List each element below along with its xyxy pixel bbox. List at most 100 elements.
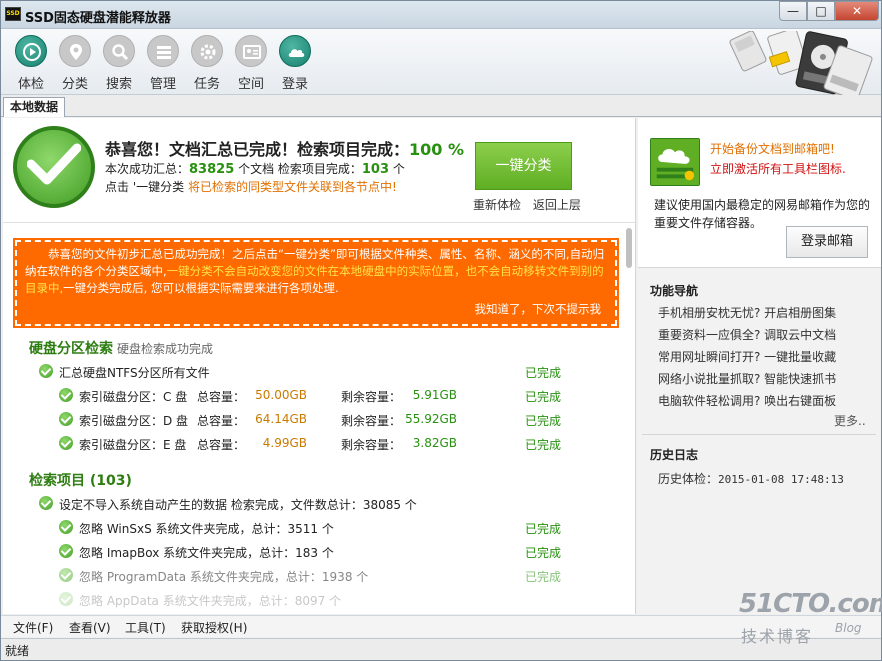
scrollbar-thumb[interactable]: [626, 228, 632, 268]
status-done: 已完成: [525, 414, 562, 428]
toolbar-login-button[interactable]: 登录: [273, 33, 317, 93]
site-watermark: 51CTO.com 技术博客 Blog: [739, 589, 882, 649]
results-scrollbar[interactable]: [626, 228, 632, 608]
recheck-link[interactable]: 重新体检: [473, 198, 521, 212]
check-icon: [59, 520, 73, 534]
check-icon: [59, 388, 73, 402]
tab-local-data[interactable]: 本地数据: [3, 97, 66, 117]
ssd-drive-illustration: [729, 31, 873, 95]
progress-percent: 100 %: [409, 140, 465, 159]
disk-section-title: 硬盘分区检索 硬盘检索成功完成: [29, 341, 214, 357]
status-text: 就绪: [5, 644, 30, 658]
nav-item-novel-grab[interactable]: 网络小说批量抓取? 智能快速抓书: [658, 370, 836, 387]
item-count: 103: [361, 162, 390, 177]
nav-item-cloud-docs[interactable]: 重要资料一应俱全? 调取云中文档: [658, 326, 836, 343]
watermark-blog: Blog: [835, 621, 862, 635]
menu-license[interactable]: 获取授权(H): [181, 619, 247, 636]
classify-notice-banner: 恭喜您的文件初步汇总已成功完成！之后点击“一键分类”即可根据文件种类、属性、名称…: [13, 238, 619, 328]
search-icon: [103, 35, 135, 67]
summary-links: 重新体检 返回上层: [473, 196, 589, 213]
check-icon: [39, 496, 53, 510]
status-done: 已完成: [525, 522, 562, 536]
list-item: 忽略 AppData 系统文件夹完成，总计：8097 个: [59, 590, 635, 610]
menu-tools[interactable]: 工具(T): [125, 619, 166, 636]
toolbar-label: 登录: [281, 77, 308, 92]
status-done: 已完成: [525, 390, 562, 404]
play-icon: [15, 35, 47, 67]
list-item: 忽略 ImapBox 系统文件夹完成，总计：183 个 已完成: [59, 542, 635, 562]
toolbar-label: 空间: [237, 77, 264, 92]
divider: [3, 222, 635, 223]
nav-item-bookmarks[interactable]: 常用网址瞬间打开? 一键批量收藏: [658, 348, 836, 365]
nav-item-context-panel[interactable]: 电脑软件轻松调用? 唤出右键面板: [658, 392, 836, 409]
check-icon: [39, 364, 53, 378]
nav-more-link[interactable]: 更多..: [834, 412, 866, 429]
status-done: 已完成: [525, 570, 562, 584]
maximize-button[interactable]: □: [807, 1, 835, 21]
menu-file[interactable]: 文件(F): [13, 619, 53, 636]
minimize-button[interactable]: —: [779, 1, 807, 21]
scan-results-pane: 恭喜您！文档汇总已完成！检索项目完成：100 % 本次成功汇总：83825 个文…: [3, 118, 636, 614]
disk-section-subtitle: 硬盘检索成功完成: [117, 342, 214, 356]
toolbar-space-button[interactable]: 空间: [229, 33, 273, 93]
free-capacity: 3.82GB: [412, 436, 457, 450]
tab-bar: 本地数据: [1, 95, 881, 117]
items-section-title: 检索项目 (103): [29, 473, 132, 489]
total-capacity: 50.00GB: [255, 388, 307, 402]
toolbar-classify-button[interactable]: 分类: [53, 33, 97, 93]
mail-backup-promo: 开始备份文档到邮箱吧! 立即激活所有工具栏图标. 建议使用国内最稳定的网易邮箱作…: [638, 118, 881, 268]
promo-line-1[interactable]: 开始备份文档到邮箱吧!: [710, 140, 835, 157]
toolbar-search-button[interactable]: 搜索: [97, 33, 141, 93]
watermark-brand: 51CTO.com: [739, 589, 882, 619]
window-title: SSD固态硬盘潜能释放器: [25, 11, 171, 26]
gear-icon: [191, 35, 223, 67]
check-icon: [59, 544, 73, 558]
partition-row: 索引磁盘分区：C 盘 总容量： 50.00GB 剩余容量： 5.91GB 已完成: [59, 386, 635, 406]
toolbar-manage-button[interactable]: 管理: [141, 33, 185, 93]
side-panel: 开始备份文档到邮箱吧! 立即激活所有工具栏图标. 建议使用国内最稳定的网易邮箱作…: [638, 118, 881, 614]
list-icon: [147, 35, 179, 67]
toolbar-label: 任务: [193, 77, 220, 92]
back-link[interactable]: 返回上层: [533, 198, 581, 212]
cloud-backup-icon: [650, 138, 700, 186]
nav-panel-title: 功能导航: [650, 284, 699, 298]
divider: [642, 434, 876, 435]
one-click-classify-button[interactable]: 一键分类: [475, 142, 572, 190]
watermark-cn: 技术博客: [741, 627, 814, 646]
history-entry[interactable]: 历史体检：2015-01-08 17:48:13: [658, 470, 844, 487]
toolbar-label: 搜索: [105, 77, 132, 92]
notice-dismiss-link[interactable]: 我知道了，下次不提示我: [475, 301, 602, 318]
status-done: 已完成: [525, 546, 562, 560]
check-icon: [59, 592, 73, 606]
summary-hint: 点击 '一键分类 将已检索的同类型文件关联到各节点中!: [105, 180, 397, 194]
status-done: 已完成: [525, 366, 562, 380]
success-check-icon: [13, 126, 95, 208]
location-pin-icon: [59, 35, 91, 67]
partition-row: 索引磁盘分区：E 盘 总容量： 4.99GB 剩余容量： 3.82GB 已完成: [59, 434, 635, 454]
app-logo-icon: SSD: [5, 7, 21, 21]
close-button[interactable]: ✕: [835, 1, 879, 21]
promo-line-2[interactable]: 立即激活所有工具栏图标.: [710, 160, 846, 177]
notice-text: 恭喜您的文件初步汇总已成功完成！之后点击“一键分类”即可根据文件种类、属性、名称…: [25, 247, 605, 295]
history-timestamp: 2015-01-08 17:48:13: [718, 473, 844, 486]
status-done: 已完成: [525, 438, 562, 452]
id-card-icon: [235, 35, 267, 67]
doc-count: 83825: [189, 162, 235, 177]
title-bar[interactable]: SSD SSD固态硬盘潜能释放器 — □ ✕: [1, 1, 881, 29]
toolbar-label: 体检: [17, 77, 44, 92]
summary-counts: 本次成功汇总：83825 个文档 检索项目完成：103 个: [105, 162, 405, 177]
toolbar-label: 管理: [149, 77, 176, 92]
list-item: 汇总硬盘NTFS分区所有文件 已完成: [39, 362, 635, 382]
app-window: SSD SSD固态硬盘潜能释放器 — □ ✕ 体检 分类 搜索 管理 任务 空间…: [0, 0, 882, 661]
free-capacity: 55.92GB: [405, 412, 457, 426]
free-capacity: 5.91GB: [412, 388, 457, 402]
nav-item-album[interactable]: 手机相册安枕无忧? 开启相册图集: [658, 304, 836, 321]
menu-view[interactable]: 查看(V): [69, 619, 111, 636]
summary-headline: 恭喜您！文档汇总已完成！检索项目完成：100 %: [105, 140, 465, 159]
list-item: 忽略 ProgramData 系统文件夹完成，总计：1938 个 已完成: [59, 566, 635, 586]
cloud-icon: [279, 35, 311, 67]
toolbar-checkup-button[interactable]: 体检: [9, 33, 53, 93]
toolbar-task-button[interactable]: 任务: [185, 33, 229, 93]
list-item: 设定不导入系统自动产生的数据 检索完成，文件数总计：38085 个: [39, 494, 635, 514]
login-mailbox-button[interactable]: 登录邮箱: [786, 226, 868, 258]
